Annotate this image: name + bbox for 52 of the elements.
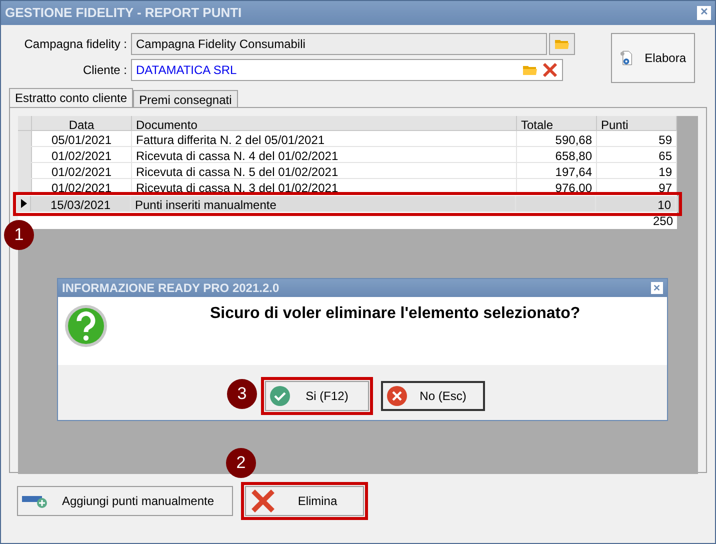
table-cell: 01/02/2021 [32,147,132,162]
table-cell: Fattura differita N. 2 del 05/01/2021 [132,131,517,146]
close-button[interactable]: ✕ [697,6,711,20]
column-header: Punti [597,116,677,130]
total-cell-text: 250 [652,213,674,230]
field-label: Campagna fidelity : [23,36,127,53]
table-cell: 590,68 [517,131,597,146]
column-header: Totale [517,116,597,130]
table-cell: 05/01/2021 [32,131,132,146]
add-card-icon [22,493,48,509]
column-header: Documento [132,116,517,130]
window-title: GESTIONE FIDELITY - REPORT PUNTI [5,4,242,22]
table-cell: 01/02/2021 [32,179,132,194]
table-cell: 658,80 [517,147,597,162]
dialog-title: INFORMAZIONE READY PRO 2021.2.0 [62,280,280,297]
confirm-button[interactable]: Si (F12) [265,381,369,411]
table-cell: 01/02/2021 [32,163,132,178]
table-cell: 97 [597,179,677,194]
table-cell: 197,64 [517,163,597,178]
close-button[interactable]: ✕ [651,282,663,294]
delete-icon [250,488,276,514]
table-cell: 15/03/2021 [31,196,131,211]
column-header: Data [32,116,132,130]
delete-button[interactable]: Elimina [245,486,364,516]
question-icon [64,304,108,348]
table-cell: Punti inseriti manualmente [131,196,516,211]
table-cell: 10 [596,196,676,211]
delete-icon [542,62,558,78]
input-field[interactable]: DATAMATICA SRL [131,59,563,81]
step-marker: 1 [4,220,34,250]
field-label: Cliente : [82,62,127,79]
table-cell: 65 [597,147,677,162]
tab[interactable]: Premi consegnati [133,90,238,107]
tab[interactable]: Estratto conto cliente [9,88,134,107]
cancel-icon [387,386,407,406]
input-field[interactable]: Campagna Fidelity Consumabili [131,33,547,55]
add-points-button[interactable]: Aggiungi punti manualmente [17,486,233,516]
step-marker: 3 [227,379,257,409]
browse-button[interactable] [549,33,575,55]
dialog-message: Sicuro di voler eliminare l'elemento selezionato? [210,304,580,324]
table-cell: 19 [597,163,677,178]
table-cell: 59 [597,131,677,146]
table-cell: Ricevuta di cassa N. 5 del 01/02/2021 [132,163,517,178]
folder-icon [554,38,570,50]
table-cell: 976,00 [517,179,597,194]
table-cell: Ricevuta di cassa N. 3 del 01/02/2021 [132,179,517,194]
cancel-button[interactable]: No (Esc) [381,381,485,411]
table-cell: Ricevuta di cassa N. 4 del 01/02/2021 [132,147,517,162]
process-button[interactable]: Elabora [611,33,695,83]
folder-icon [522,64,538,76]
check-icon [270,386,290,406]
row-pointer-icon [20,199,26,208]
